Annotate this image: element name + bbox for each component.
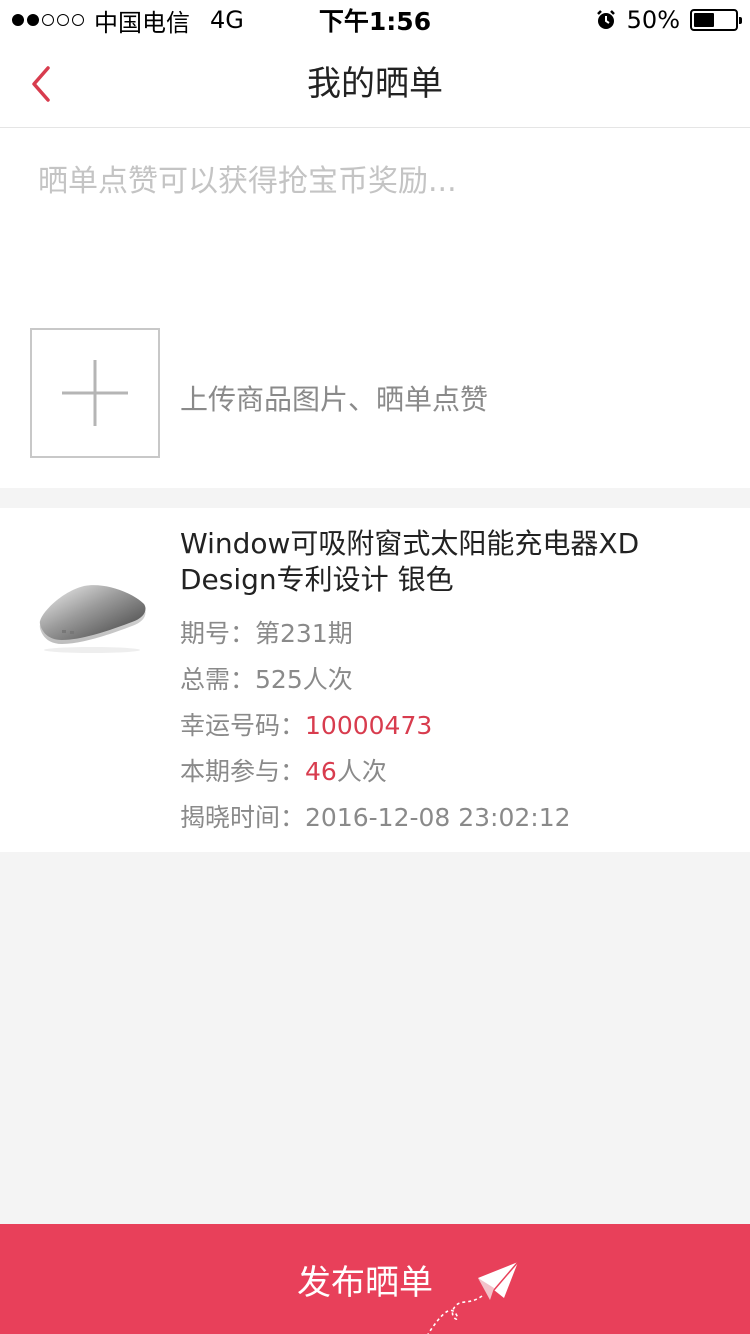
network-label: 4G [210, 6, 244, 34]
participate-row: 本期参与：46人次 [180, 752, 387, 788]
total-label: 总需： [180, 665, 256, 694]
battery-icon [690, 9, 742, 31]
chevron-left-icon [32, 66, 50, 102]
participate-unit: 人次 [336, 757, 387, 786]
issue-label: 期号： [180, 619, 256, 648]
carrier-label: 中国电信 [94, 8, 190, 37]
alarm-clock-icon [596, 10, 615, 29]
product-title: Window可吸附窗式太阳能充电器XD Design专利设计 银色 [180, 527, 640, 596]
lucky-number-value: 10000473 [305, 711, 433, 740]
status-bar: 中国电信 4G 下午1:56 50% [0, 0, 750, 40]
reveal-time-value: 2016-12-08 23:02:12 [305, 803, 571, 832]
upload-image-button[interactable] [30, 328, 160, 458]
status-time: 下午1:56 [318, 7, 432, 36]
product-card: Window可吸附窗式太阳能充电器XD Design专利设计 银色 期号：第23… [0, 508, 750, 852]
issue-value: 第231期 [255, 619, 353, 648]
paper-plane-icon [427, 1261, 519, 1334]
total-value: 525人次 [255, 665, 353, 694]
battery-percent: 50% [626, 6, 680, 34]
publish-label: 发布晒单 [297, 1262, 433, 1303]
lucky-number-label: 幸运号码： [180, 711, 306, 740]
participate-label: 本期参与： [180, 757, 306, 786]
publish-button[interactable]: 发布晒单 [0, 1224, 750, 1334]
nav-bar: 我的晒单 [0, 40, 750, 128]
participate-value: 46 [305, 757, 337, 786]
upload-hint: 上传商品图片、晒单点赞 [180, 383, 489, 416]
share-text-input[interactable] [38, 156, 718, 306]
status-left: 中国电信 4G [12, 3, 254, 38]
issue-row: 期号：第231期 [180, 614, 353, 650]
lucky-number-row: 幸运号码：10000473 [180, 706, 432, 742]
page-title: 我的晒单 [307, 64, 443, 104]
plus-icon [62, 360, 128, 426]
back-button[interactable] [20, 60, 68, 108]
signal-icon [12, 14, 84, 26]
reveal-time-label: 揭晓时间： [180, 803, 306, 832]
reveal-time-row: 揭晓时间：2016-12-08 23:02:12 [180, 798, 571, 834]
product-image [39, 585, 146, 653]
total-row: 总需：525人次 [180, 660, 353, 696]
status-right: 50% [496, 6, 742, 34]
share-order-page: 中国电信 4G 下午1:56 50% 我的晒单 晒单点赞可以获得抢宝币奖励...… [0, 0, 750, 1334]
compose-section: 上传商品图片、晒单点赞 [0, 128, 750, 488]
